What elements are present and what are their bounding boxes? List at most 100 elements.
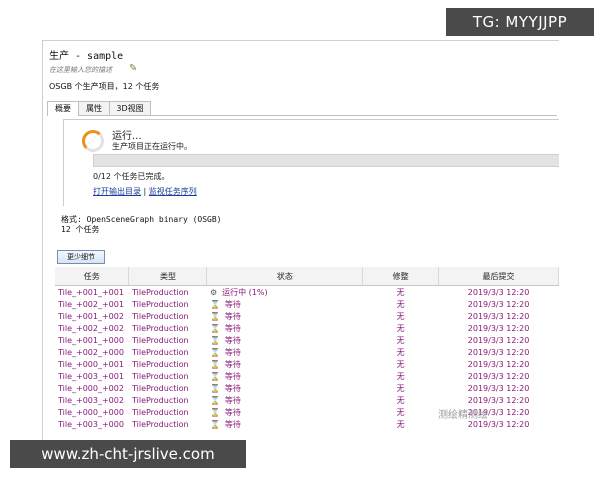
task-cell: Tile_+002_+000 <box>58 347 124 357</box>
status-cell: ⌛ 等待 <box>207 310 363 322</box>
table-row[interactable]: Tile_+003_+002 TileProduction ⌛ 等待 无 2019/3/3… <box>55 394 559 406</box>
run-subtitle: 生产项目正在运行中。 <box>112 142 192 151</box>
description-field[interactable]: 在这里输入您的描述 <box>49 65 112 75</box>
status-cell: ⌛ 等待 <box>207 334 363 346</box>
open-output-link[interactable]: 打开输出目录 <box>93 187 141 196</box>
trim-cell: 无 <box>396 287 405 297</box>
watermark-text: 测绘精测绘 <box>438 410 488 421</box>
table-row[interactable]: Tile_+000_+002 TileProduction ⌛ 等待 无 2019/3/3… <box>55 382 559 394</box>
tab-overview[interactable]: 概要 <box>47 101 79 116</box>
hourglass-icon: ⌛ <box>209 299 220 309</box>
trim-cell: 无 <box>396 371 405 381</box>
type-cell: TileProduction <box>131 383 189 393</box>
tasks-done-text: 0/12 个任务已完成。 <box>93 172 170 181</box>
hourglass-icon: ⌛ <box>209 323 220 333</box>
type-cell: TileProduction <box>131 371 189 381</box>
task-cell: Tile_+002_+002 <box>58 323 124 333</box>
table-row[interactable]: Tile_+003_+001 TileProduction ⌛ 等待 无 2019/3/3… <box>55 370 559 382</box>
task-cell: Tile_+001_+002 <box>58 311 124 321</box>
last-submit-cell: 2019/3/3 12:20 <box>467 335 530 345</box>
monitor-queue-link[interactable]: 监视任务序列 <box>149 187 197 196</box>
status-text: 等待 <box>224 383 241 393</box>
status-cell: ⌛ 等待 <box>207 358 363 370</box>
table-row[interactable]: Tile_+002_+000 TileProduction ⌛ 等待 无 2019/3/3… <box>55 346 559 358</box>
status-cell: ⌛ 等待 <box>207 382 363 394</box>
trim-cell: 无 <box>396 335 405 345</box>
trim-cell: 无 <box>396 299 405 309</box>
production-summary: OSGB 个生产项目，12 个任务 <box>49 82 160 91</box>
last-submit-cell: 2019/3/3 12:20 <box>467 347 530 357</box>
trim-cell: 无 <box>396 407 405 417</box>
status-text: 等待 <box>224 323 241 333</box>
table-header-row: 任务 类型 状态 修整 最后提交 <box>55 267 559 286</box>
tg-overlay-label: TG: MYYJJPP <box>446 8 594 36</box>
tab-3d-view[interactable]: 3D视图 <box>109 101 151 115</box>
task-count-line: 12 个任务 <box>61 225 100 234</box>
type-cell: TileProduction <box>131 347 189 357</box>
column-header-status[interactable]: 状态 <box>206 267 364 286</box>
task-cell: Tile_+001_+000 <box>58 335 124 345</box>
status-text: 等待 <box>224 395 241 405</box>
trim-cell: 无 <box>396 395 405 405</box>
gear-icon: ⚙ <box>209 287 218 297</box>
link-separator: | <box>143 187 147 196</box>
last-submit-cell: 2019/3/3 12:20 <box>467 311 530 321</box>
run-links: 打开输出目录 | 监视任务序列 <box>93 186 197 197</box>
last-submit-cell: 2019/3/3 12:20 <box>467 299 530 309</box>
last-submit-cell: 2019/3/3 12:20 <box>467 287 530 297</box>
hourglass-icon: ⌛ <box>209 335 220 345</box>
last-submit-cell: 2019/3/3 12:20 <box>467 371 530 381</box>
column-header-task[interactable]: 任务 <box>55 267 130 286</box>
url-overlay-label: www.zh-cht-jrslive.com <box>10 440 246 468</box>
type-cell: TileProduction <box>131 287 189 297</box>
trim-cell: 无 <box>396 323 405 333</box>
type-cell: TileProduction <box>131 395 189 405</box>
table-row[interactable]: Tile_+001_+001 TileProduction ⚙ 运行中 (1%) 无 20… <box>55 286 559 299</box>
hourglass-icon: ⌛ <box>209 383 220 393</box>
edit-pencil-icon[interactable]: ✎ <box>129 63 137 74</box>
status-text: 等待 <box>224 311 241 321</box>
last-submit-cell: 2019/3/3 12:20 <box>467 383 530 393</box>
table-row[interactable]: Tile_+002_+001 TileProduction ⌛ 等待 无 2019/3/3… <box>55 298 559 310</box>
less-details-button[interactable]: 更少细节 <box>57 250 105 264</box>
task-cell: Tile_+003_+000 <box>58 419 124 429</box>
status-text: 运行中 (1%) <box>222 287 268 297</box>
type-cell: TileProduction <box>131 359 189 369</box>
task-cell: Tile_+001_+001 <box>58 287 124 297</box>
type-cell: TileProduction <box>131 299 189 309</box>
last-submit-cell: 2019/3/3 12:20 <box>467 395 530 405</box>
table-row[interactable]: Tile_+002_+002 TileProduction ⌛ 等待 无 2019/3/3… <box>55 322 559 334</box>
table-row[interactable]: Tile_+000_+001 TileProduction ⌛ 等待 无 2019/3/3… <box>55 358 559 370</box>
trim-cell: 无 <box>396 359 405 369</box>
type-cell: TileProduction <box>131 419 189 429</box>
last-submit-cell: 2019/3/3 12:20 <box>467 323 530 333</box>
tab-properties[interactable]: 属性 <box>78 101 110 115</box>
status-cell: ⚙ 运行中 (1%) <box>207 286 363 299</box>
hourglass-icon: ⌛ <box>209 311 220 321</box>
type-cell: TileProduction <box>131 323 189 333</box>
status-cell: ⌛ 等待 <box>207 322 363 334</box>
column-header-trim[interactable]: 修整 <box>362 267 440 286</box>
status-text: 等待 <box>224 299 241 309</box>
table-row[interactable]: Tile_+001_+002 TileProduction ⌛ 等待 无 2019/3/3… <box>55 310 559 322</box>
hourglass-icon: ⌛ <box>209 371 220 381</box>
task-cell: Tile_+003_+002 <box>58 395 124 405</box>
trim-cell: 无 <box>396 347 405 357</box>
run-status-panel: 运行... 生产项目正在运行中。 0/12 个任务已完成。 打开输出目录 | 监… <box>63 119 559 206</box>
status-cell: ⌛ 等待 <box>207 406 363 418</box>
column-header-last-submit[interactable]: 最后提交 <box>438 267 559 286</box>
column-header-type[interactable]: 类型 <box>128 267 208 286</box>
status-cell: ⌛ 等待 <box>207 418 363 430</box>
status-text: 等待 <box>224 407 241 417</box>
task-cell: Tile_+000_+002 <box>58 383 124 393</box>
status-text: 等待 <box>224 419 241 429</box>
trim-cell: 无 <box>396 383 405 393</box>
status-text: 等待 <box>224 359 241 369</box>
page-title: 生产 - sample <box>49 51 124 62</box>
status-cell: ⌛ 等待 <box>207 394 363 406</box>
table-row[interactable]: Tile_+001_+000 TileProduction ⌛ 等待 无 2019/3/3… <box>55 334 559 346</box>
hourglass-icon: ⌛ <box>209 407 220 417</box>
last-submit-cell: 2019/3/3 12:20 <box>467 359 530 369</box>
type-cell: TileProduction <box>131 311 189 321</box>
status-cell: ⌛ 等待 <box>207 370 363 382</box>
